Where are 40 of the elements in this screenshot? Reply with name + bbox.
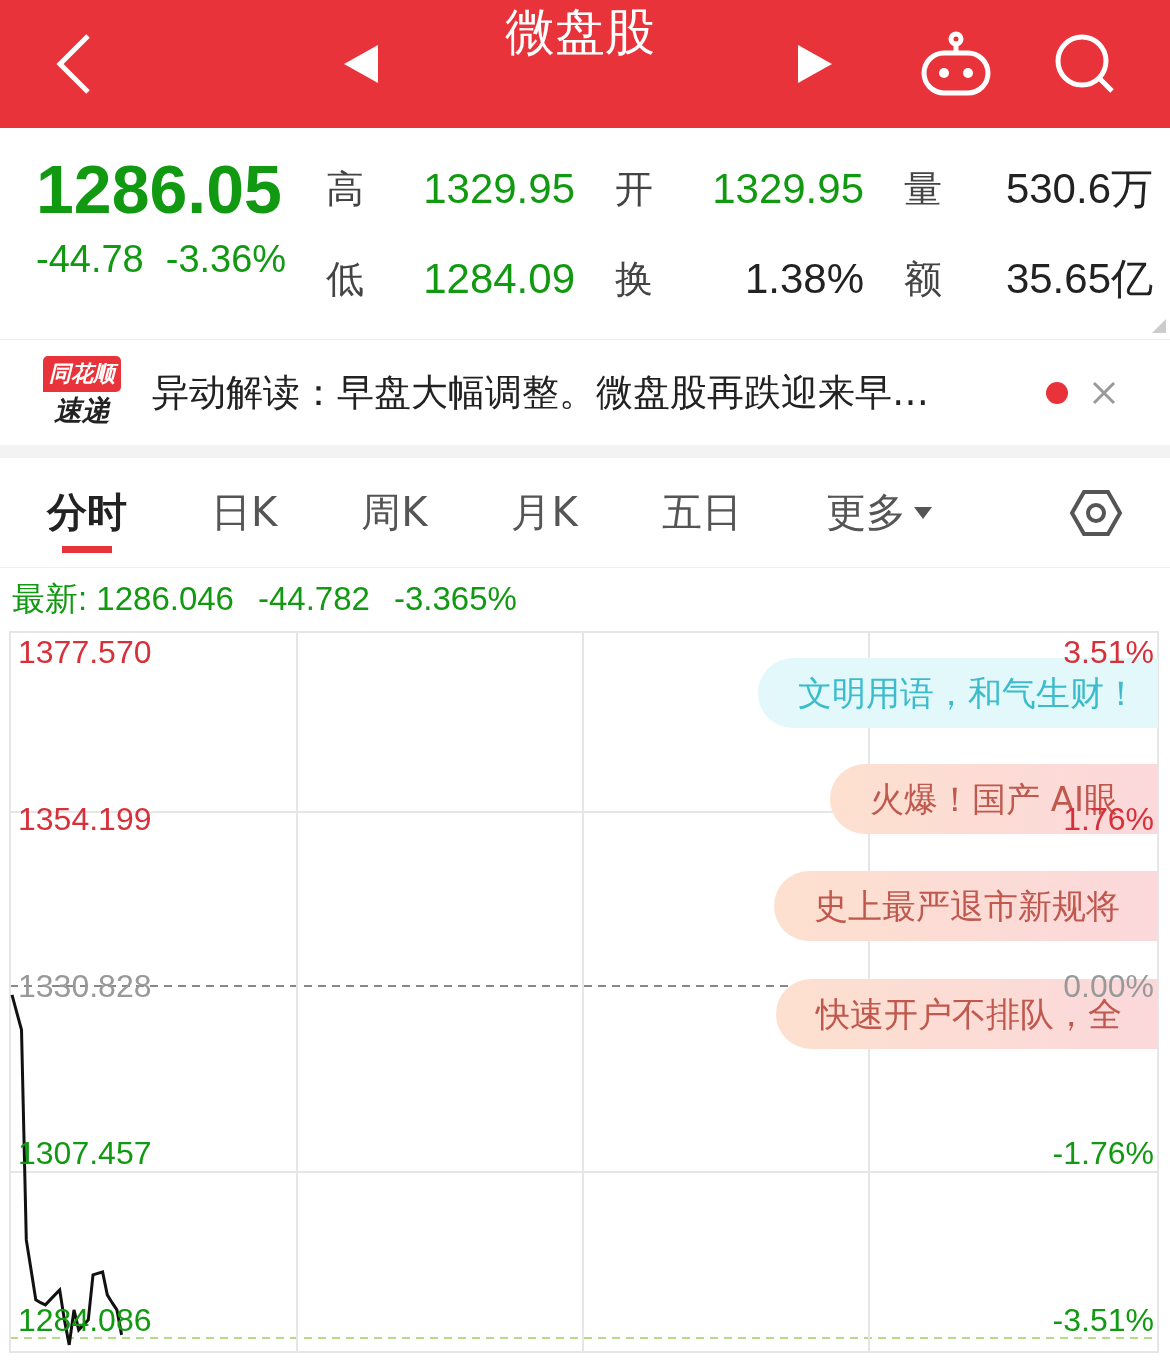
stat-value: 1284.09 — [422, 255, 575, 303]
close-icon[interactable] — [1092, 380, 1116, 405]
stat-label: 量 — [904, 165, 943, 213]
percent-axis-label: -1.76% — [1052, 1135, 1154, 1171]
latest-price: 最新: 1286.046 — [12, 578, 234, 619]
stat-label: 换 — [615, 255, 654, 303]
caret-icon — [913, 506, 932, 519]
axis-label: 1354.199 — [18, 801, 152, 837]
news-headline[interactable]: 异动解读：早盘大幅调整。微盘股再跌迎来早… — [152, 367, 1032, 418]
axis-label: 1377.570 — [18, 634, 152, 670]
stat-value: 1.38% — [743, 255, 864, 303]
tab[interactable]: 周K — [324, 462, 465, 563]
tab[interactable]: 月K — [474, 462, 615, 563]
stat-label: 开 — [615, 165, 654, 213]
current-price: 1286.05 — [36, 150, 282, 229]
logo-text: 速递 — [54, 392, 110, 429]
stat-label: 低 — [326, 255, 365, 303]
axis-label: 1330.828 — [18, 968, 152, 1004]
previous-icon[interactable] — [344, 45, 378, 83]
next-icon[interactable] — [798, 45, 832, 83]
search-icon[interactable] — [1054, 33, 1116, 95]
stat-label: 额 — [904, 255, 943, 303]
tab[interactable]: 更多 — [788, 462, 969, 563]
logo-badge: 同花顺 — [43, 355, 121, 392]
latest-change: -44.782 — [258, 580, 370, 618]
stat-value: 530.6万 — [1004, 164, 1153, 214]
latest-percent: -3.365% — [393, 580, 517, 618]
stat-value: 1329.95 — [711, 165, 864, 213]
stat-value: 35.65亿 — [1004, 254, 1153, 304]
tab[interactable]: 五日 — [624, 462, 779, 563]
stat-value: 1329.95 — [422, 165, 575, 213]
percent-axis-label: -3.51% — [1052, 1301, 1154, 1338]
settings-icon[interactable] — [1070, 488, 1122, 537]
price-change: -44.78 — [36, 237, 144, 282]
page-title: 微盘股 — [505, 2, 655, 62]
stat-label: 高 — [326, 165, 365, 213]
tab[interactable]: 日K — [174, 462, 315, 563]
comment-bubble: 史上最严退市新规将 — [774, 871, 1158, 941]
robot-icon[interactable] — [920, 31, 992, 97]
percent-change: -3.36% — [165, 237, 287, 282]
